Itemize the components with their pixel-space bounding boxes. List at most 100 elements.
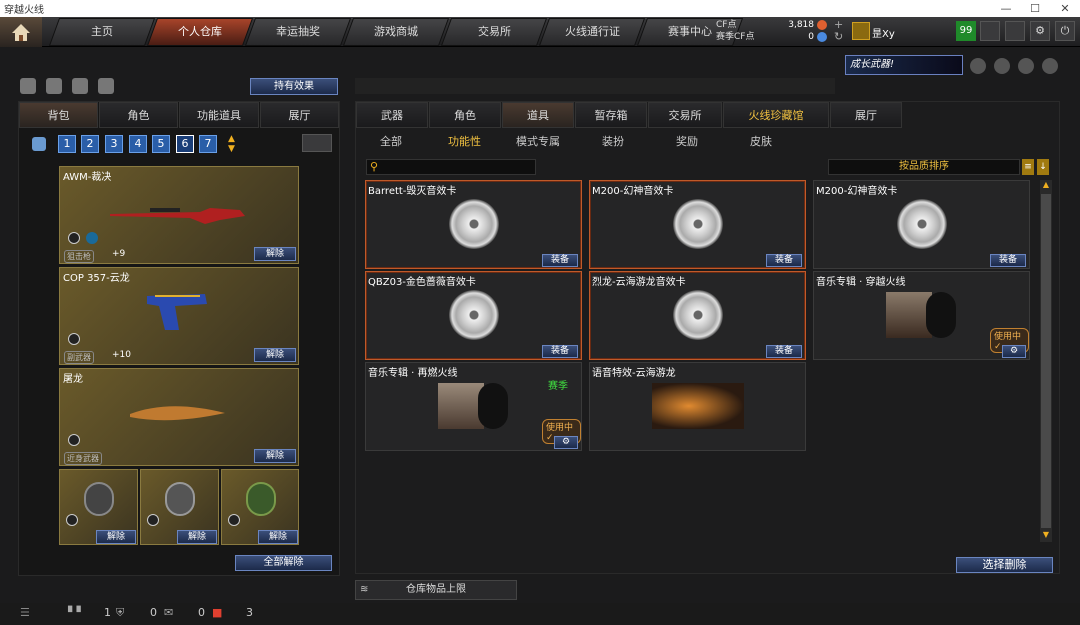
tab-storage[interactable]: 暂存箱 [575, 102, 647, 128]
grenade-card[interactable]: 解除 [140, 469, 219, 545]
tab-shop[interactable]: 游戏商城 [342, 17, 450, 46]
sort-select[interactable]: 按品质排序 [828, 159, 1020, 175]
item-name: 语音特效-云海游龙 [592, 368, 676, 379]
badge-icon[interactable] [994, 58, 1010, 74]
growth-weapon-banner[interactable]: 成长武器! [845, 55, 963, 75]
unequip-button[interactable]: 解除 [254, 449, 296, 463]
badge-icon[interactable] [1018, 58, 1034, 74]
filter-skin[interactable]: 皮肤 [750, 133, 772, 149]
scroll-down-icon[interactable]: ▼ [1040, 530, 1052, 542]
grenade-card[interactable]: 解除 [59, 469, 138, 545]
message-count: 0 [198, 606, 205, 619]
item-card[interactable]: 语音特效-云海游龙 [589, 362, 806, 451]
hand-icon[interactable] [72, 78, 88, 94]
tab-weapons[interactable]: 武器 [356, 102, 428, 128]
tab-hall[interactable]: 展厅 [260, 102, 339, 128]
unequip-all-button[interactable]: 全部解除 [235, 555, 332, 571]
weapon-card[interactable]: AWM-裁决 狙击枪 +9 解除 [59, 166, 299, 264]
shield-icon[interactable] [980, 21, 1000, 41]
tab-props[interactable]: 道具 [502, 102, 574, 128]
unequip-button[interactable]: 解除 [254, 247, 296, 261]
item-card[interactable]: QBZ03-金色蔷薇音效卡 装备 [365, 271, 582, 360]
badge-icon[interactable] [1042, 58, 1058, 74]
sniper-rifle-image [110, 208, 245, 224]
badge-icon[interactable] [970, 58, 986, 74]
item-card[interactable]: Barrett-毁灭音效卡 装备 [365, 180, 582, 269]
equip-button[interactable]: 装备 [766, 254, 802, 267]
mouse-icon[interactable] [98, 78, 114, 94]
minimize-button[interactable]: — [991, 0, 1021, 17]
maximize-button[interactable]: ☐ [1020, 0, 1050, 17]
list-icon[interactable]: ≡ [1022, 159, 1034, 175]
scroll-up-icon[interactable]: ▲ [1040, 180, 1052, 192]
swap-icon[interactable] [302, 134, 332, 152]
scrollbar[interactable]: ▲ ▼ [1040, 180, 1052, 542]
tab-home[interactable]: 主页 [48, 17, 156, 46]
item-card[interactable]: M200-幻神音效卡 装备 [813, 180, 1030, 269]
page-1[interactable]: 1 [58, 135, 76, 153]
weapon-card[interactable]: COP 357-云龙 副武器 +10 解除 [59, 267, 299, 365]
close-button[interactable]: ✕ [1050, 0, 1080, 17]
unequip-button[interactable]: 解除 [254, 348, 296, 362]
tab-role[interactable]: 角色 [99, 102, 178, 128]
grenade-card[interactable]: 解除 [221, 469, 299, 545]
sort-arrow-icon[interactable]: ↓ [1037, 159, 1049, 175]
settings-button[interactable]: ⚙ [554, 436, 578, 449]
item-card[interactable]: M200-幻神音效卡 装备 [589, 180, 806, 269]
home-icon[interactable] [0, 16, 42, 47]
filter-icon[interactable] [20, 78, 36, 94]
tab-collection[interactable]: 火线珍藏馆 [723, 102, 829, 128]
page-6[interactable]: 6 [176, 135, 194, 153]
held-effect-button[interactable]: 持有效果 [250, 78, 338, 95]
page-4[interactable]: 4 [129, 135, 147, 153]
filter-costume[interactable]: 装扮 [602, 133, 624, 149]
tab-function-items[interactable]: 功能道具 [179, 102, 259, 128]
select-delete-button[interactable]: 选择删除 [956, 557, 1053, 573]
tab-inventory[interactable]: 个人仓库 [146, 17, 254, 46]
search-input[interactable]: ⚲ [366, 159, 536, 175]
capacity-bar[interactable]: ≋ 仓库物品上限 [355, 580, 517, 600]
weapon-card[interactable]: 屠龙 近身武器 解除 [59, 368, 299, 466]
gift-icon[interactable]: ■ [212, 606, 222, 619]
chat-icon[interactable]: ✉ [164, 606, 173, 619]
filter-functional[interactable]: 功能性 [448, 133, 481, 149]
menu-icon[interactable]: ☰ [20, 606, 30, 619]
shield-small-icon[interactable]: ⛨ [116, 606, 124, 620]
filter-mode[interactable]: 模式专属 [516, 133, 560, 149]
tab-pass[interactable]: 火线通行证 [538, 17, 646, 46]
refresh-icon[interactable]: ↻ [834, 30, 843, 43]
equip-button[interactable]: 装备 [766, 345, 802, 358]
gear-icon[interactable]: ⚙ [1030, 21, 1050, 41]
power-icon[interactable]: ⏻ [1055, 21, 1075, 41]
tab-backpack[interactable]: 背包 [19, 102, 98, 128]
view-icon[interactable] [46, 78, 62, 94]
tab-market[interactable]: 交易所 [648, 102, 722, 128]
tab-showroom[interactable]: 展厅 [830, 102, 902, 128]
exit-icon[interactable] [1005, 21, 1025, 41]
page-stepper-icon[interactable]: ▲ ▼ [228, 134, 235, 154]
page-3[interactable]: 3 [105, 135, 123, 153]
gift-count: 3 [246, 606, 253, 619]
scroll-thumb[interactable] [1041, 194, 1051, 528]
page-2[interactable]: 2 [81, 135, 99, 153]
tab-roles[interactable]: 角色 [429, 102, 501, 128]
avatar[interactable] [852, 22, 870, 40]
friends-icon[interactable]: ▘▘ [68, 606, 85, 619]
item-card[interactable]: 烈龙-云海游龙音效卡 装备 [589, 271, 806, 360]
page-7[interactable]: 7 [199, 135, 217, 153]
unequip-button[interactable]: 解除 [177, 530, 217, 544]
cf-coin-icon [817, 20, 827, 30]
settings-button[interactable]: ⚙ [1002, 345, 1026, 358]
equip-button[interactable]: 装备 [542, 254, 578, 267]
page-5[interactable]: 5 [152, 135, 170, 153]
filter-reward[interactable]: 奖励 [676, 133, 698, 149]
equip-button[interactable]: 装备 [542, 345, 578, 358]
equip-button[interactable]: 装备 [990, 254, 1026, 267]
item-card[interactable]: 音乐专辑 · 穿越火线 使用中✓ ⚙ [813, 271, 1030, 360]
unequip-button[interactable]: 解除 [258, 530, 298, 544]
item-card[interactable]: 音乐专辑 · 再燃火线 赛季 使用中✓ ⚙ [365, 362, 582, 451]
filter-all[interactable]: 全部 [380, 133, 402, 149]
tab-exchange[interactable]: 交易所 [440, 17, 548, 46]
unequip-button[interactable]: 解除 [96, 530, 136, 544]
tab-lottery[interactable]: 幸运抽奖 [244, 17, 352, 46]
